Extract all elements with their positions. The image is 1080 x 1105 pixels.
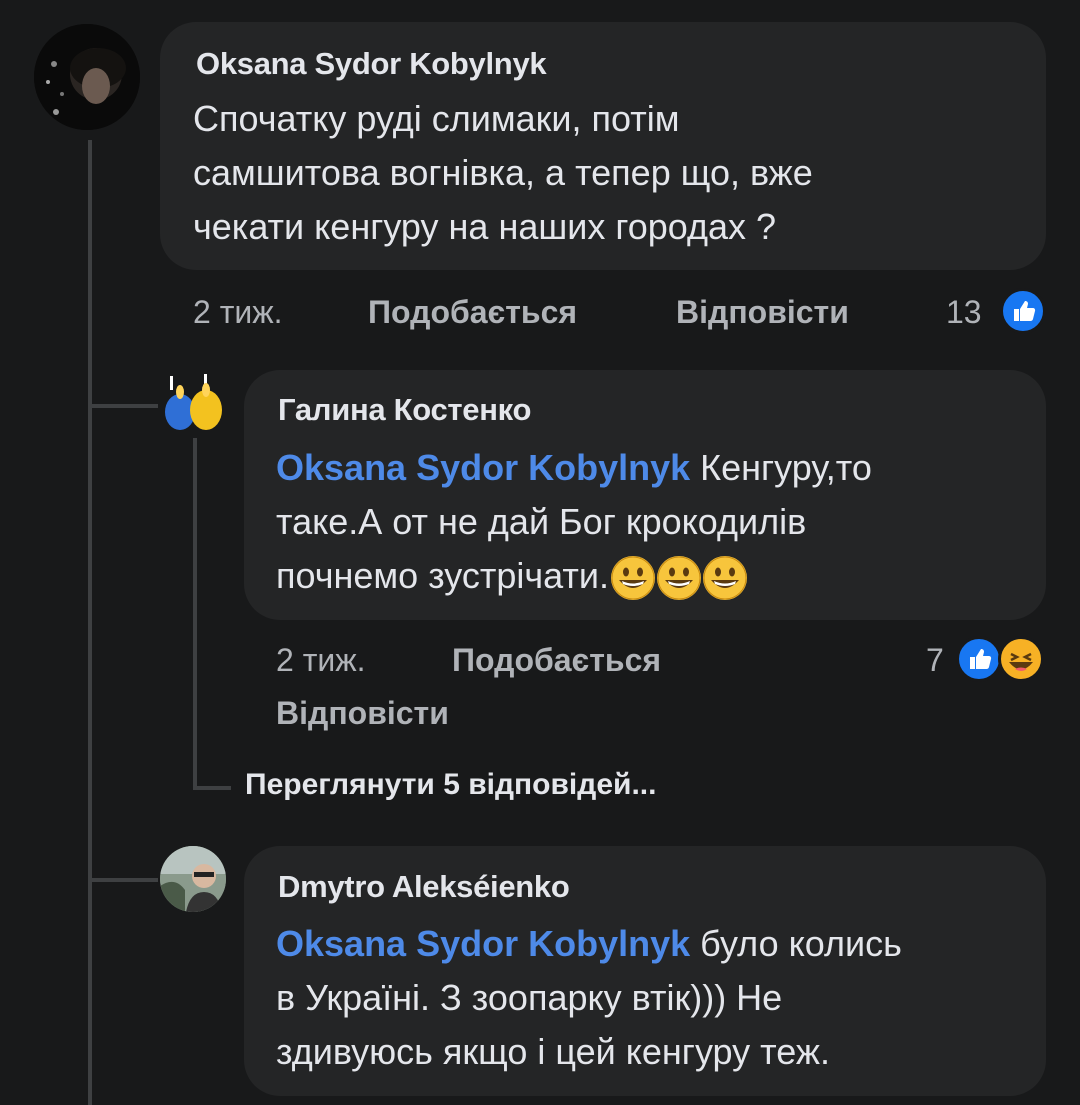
comment-author[interactable]: Oksana Sydor Kobylnyk <box>196 46 547 82</box>
comment-text: Спочатку руді слимаки, потім самшитова в… <box>193 92 1023 254</box>
reply-author[interactable]: Dmytro Alekséienko <box>278 869 570 905</box>
reply-text-fragment: почнемо зустрічати. <box>276 555 609 596</box>
avatar-photo-icon <box>34 24 140 130</box>
comment-text-line: чекати кенгуру на наших городах ? <box>193 206 777 247</box>
like-button[interactable]: Подобається <box>452 642 661 679</box>
mention-link[interactable]: Oksana Sydor Kobylnyk <box>276 447 690 488</box>
avatar-photo-icon <box>160 846 226 912</box>
comment-text-line: Спочатку руді слимаки, потім <box>193 98 680 139</box>
thread-branch-3 <box>88 878 158 882</box>
reply-button[interactable]: Відповісти <box>676 294 849 331</box>
reply-text-fragment: було колись <box>690 923 902 964</box>
thread-line-main <box>88 140 92 1105</box>
avatar[interactable] <box>34 24 140 130</box>
like-icon <box>956 636 1002 682</box>
comment-text-line: самшитова вогнівка, а тепер що, вже <box>193 152 813 193</box>
like-icon <box>1000 288 1046 334</box>
reply-text-line: Oksana Sydor Kobylnyk було колись <box>276 917 1036 971</box>
mention-link[interactable]: Oksana Sydor Kobylnyk <box>276 923 690 964</box>
reply-text-line: Oksana Sydor Kobylnyk Кенгуру,то <box>276 441 1036 495</box>
reply-text-line: почнемо зустрічати. <box>276 549 1036 603</box>
view-replies-link[interactable]: Переглянути 5 відповідей... <box>245 768 656 802</box>
reaction-count[interactable]: 13 <box>946 294 982 331</box>
grinning-face-icon <box>656 556 701 601</box>
avatar[interactable] <box>160 370 226 436</box>
reply-text-fragment: Кенгуру,то <box>690 447 872 488</box>
reply-author[interactable]: Галина Костенко <box>278 392 531 428</box>
thread-branch-1 <box>88 404 158 408</box>
reply-text-line: здивуюсь якщо і цей кенгуру теж. <box>276 1031 830 1072</box>
thread-line-sub <box>193 438 197 788</box>
grinning-face-icon <box>702 556 747 601</box>
haha-icon <box>998 636 1044 682</box>
reply-text: Oksana Sydor Kobylnyk було колись в Укра… <box>276 917 1036 1079</box>
reply-button[interactable]: Відповісти <box>276 695 449 732</box>
reply-text-line: в Україні. З зоопарку втік))) Не <box>276 977 783 1018</box>
reaction-count[interactable]: 7 <box>926 642 944 679</box>
grinning-face-icon <box>610 556 655 601</box>
comment-time[interactable]: 2 тиж. <box>193 294 283 331</box>
avatar[interactable] <box>160 846 226 912</box>
like-button[interactable]: Подобається <box>368 294 577 331</box>
reply-text-line: таке.А от не дай Бог крокодилів <box>276 501 807 542</box>
thread-branch-2 <box>193 786 231 790</box>
reply-text: Oksana Sydor Kobylnyk Кенгуру,то таке.А … <box>276 441 1036 603</box>
candles-icon <box>165 374 222 430</box>
reply-time[interactable]: 2 тиж. <box>276 642 366 679</box>
